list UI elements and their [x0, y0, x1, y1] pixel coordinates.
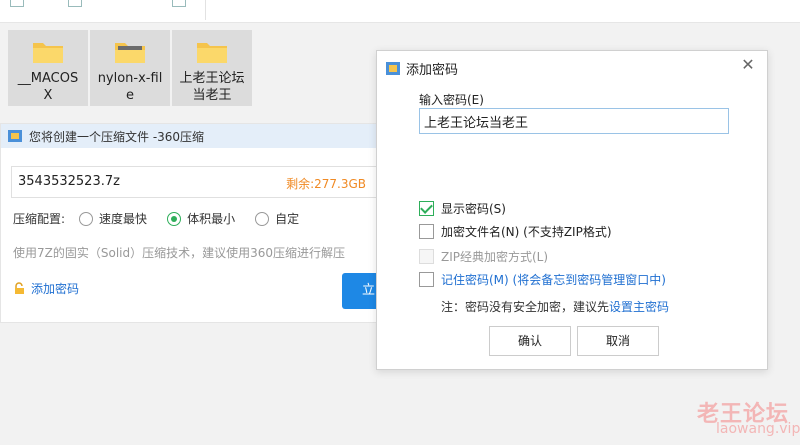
show-password-checkbox[interactable]: 显示密码(S)	[419, 200, 506, 217]
file-name: 上老王论坛 当老王	[179, 71, 245, 103]
add-password-dialog: 添加密码 ✕ 输入密码(E) 上老王论坛当老王 显示密码(S) 加密文件名(N)…	[376, 50, 768, 370]
compress-panel: 您将创建一个压缩文件 -360压缩 3543532523.7z 剩余:277.3…	[0, 123, 382, 323]
checkbox	[419, 249, 434, 264]
compress-options: 压缩配置: 速度最快 体积最小 自定	[13, 210, 319, 227]
option-custom[interactable]: 自定	[255, 210, 299, 227]
dialog-title-bar: 添加密码	[385, 59, 458, 78]
file-item[interactable]: nylon-x-fil e	[90, 30, 170, 106]
security-note: 注：密码没有安全加密，建议先设置主密码	[441, 300, 670, 314]
folder-icon	[33, 43, 63, 63]
remaining-space: 剩余:277.3GB	[286, 177, 366, 191]
archive-app-icon	[8, 130, 22, 142]
file-name: nylon-x-fil e	[97, 71, 163, 103]
folder-image-icon	[115, 43, 145, 63]
radio-button[interactable]	[167, 211, 182, 226]
toolbar-icon[interactable]	[68, 0, 82, 7]
top-toolbar	[0, 0, 800, 23]
option-fastest[interactable]: 速度最快	[79, 210, 147, 227]
dialog-title: 添加密码	[406, 63, 459, 78]
radio-button[interactable]	[79, 211, 94, 226]
set-master-password-link[interactable]: 设置主密码	[609, 300, 669, 314]
checkbox[interactable]	[419, 224, 434, 239]
options-label: 压缩配置:	[13, 212, 66, 226]
panel-header: 您将创建一个压缩文件 -360压缩	[1, 124, 379, 148]
panel-title: 您将创建一个压缩文件 -360压缩	[29, 129, 205, 144]
folder-icon	[197, 43, 227, 63]
toolbar-icon[interactable]	[10, 0, 24, 7]
toolbar-icon[interactable]	[172, 0, 186, 7]
cancel-button[interactable]: 取消	[577, 326, 659, 356]
archive-filename-input[interactable]: 3543532523.7z 剩余:277.3GB	[11, 166, 377, 198]
password-label: 输入密码(E)	[419, 93, 484, 107]
archive-app-icon	[386, 62, 400, 75]
unlock-icon	[15, 282, 24, 294]
toolbar-divider	[205, 0, 206, 20]
radio-button[interactable]	[255, 211, 270, 226]
password-input[interactable]: 上老王论坛当老王	[419, 108, 729, 134]
file-item[interactable]: __MACOS X	[8, 30, 88, 106]
remember-password-checkbox[interactable]: 记住密码(M) (将会备忘到密码管理窗口中)	[419, 271, 666, 288]
zip-classic-encryption-checkbox: ZIP经典加密方式(L)	[419, 248, 548, 265]
watermark-url: laowang.vip	[716, 421, 800, 437]
archive-filename: 3543532523.7z	[18, 174, 120, 189]
checkbox[interactable]	[419, 272, 434, 287]
file-item[interactable]: 上老王论坛 当老王	[172, 30, 252, 106]
encrypt-filenames-checkbox[interactable]: 加密文件名(N) (不支持ZIP格式)	[419, 223, 612, 240]
option-smallest[interactable]: 体积最小	[167, 210, 235, 227]
checkbox[interactable]	[419, 201, 434, 216]
file-name: __MACOS X	[17, 71, 79, 103]
compress-hint: 使用7Z的固实（Solid）压缩技术，建议使用360压缩进行解压	[13, 246, 346, 260]
confirm-button[interactable]: 确认	[489, 326, 571, 356]
file-list: __MACOS X nylon-x-fil e 上老王论坛 当老王	[8, 30, 252, 106]
add-password-link[interactable]: 添加密码	[13, 280, 79, 297]
close-icon[interactable]: ✕	[739, 56, 757, 74]
